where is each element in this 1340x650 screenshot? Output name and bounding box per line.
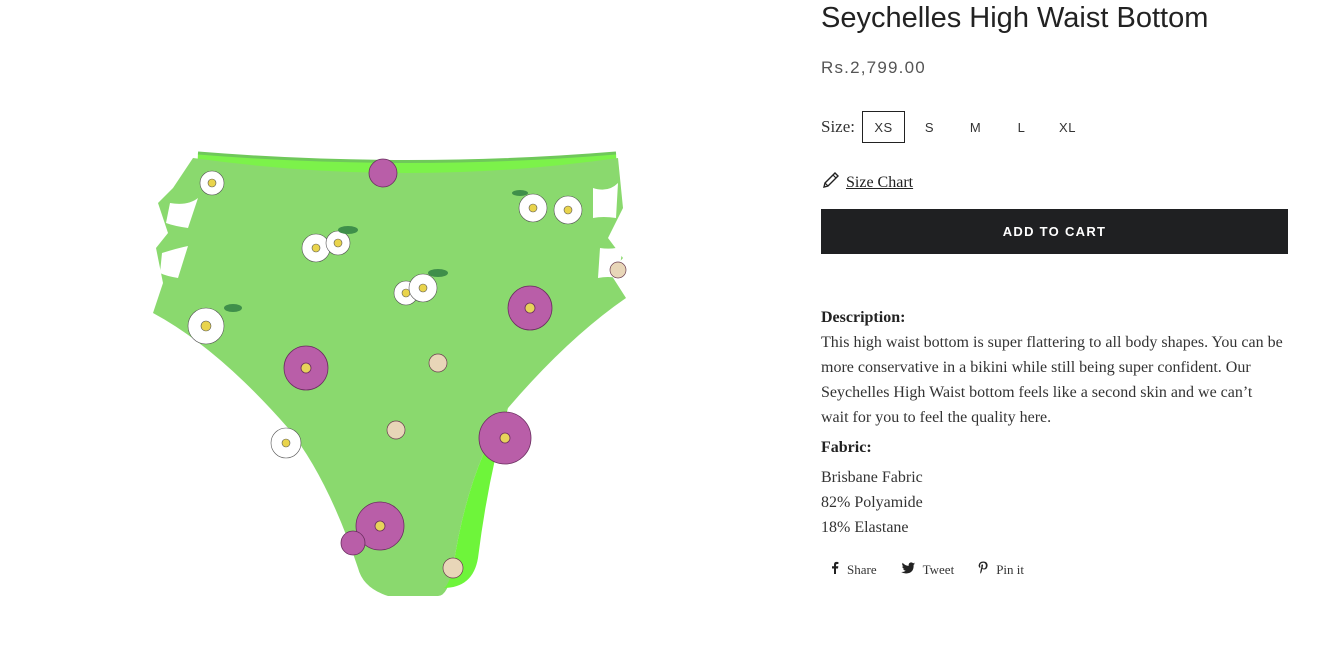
bikini-bottom-illustration bbox=[153, 151, 627, 596]
product-image[interactable] bbox=[148, 148, 668, 603]
size-chart-link[interactable]: Size Chart bbox=[821, 170, 913, 195]
social-share-bar: Share Tweet Pin it bbox=[831, 561, 1048, 578]
add-to-cart-button[interactable]: ADD TO CART bbox=[821, 209, 1288, 254]
share-twitter-button[interactable]: Tweet bbox=[900, 561, 955, 578]
ruler-pencil-icon bbox=[821, 170, 841, 195]
fabric-line: Brisbane Fabric bbox=[821, 469, 923, 486]
description-heading: Description: bbox=[821, 309, 906, 326]
fabric-heading: Fabric: bbox=[821, 439, 872, 456]
share-twitter-label: Tweet bbox=[922, 561, 955, 577]
size-chart-label: Size Chart bbox=[846, 173, 914, 191]
share-facebook-button[interactable]: Share bbox=[831, 561, 877, 578]
twitter-icon bbox=[900, 561, 923, 578]
product-price: Rs.2,799.00 bbox=[821, 58, 926, 77]
fabric-line: 82% Polyamide bbox=[821, 494, 923, 511]
facebook-icon bbox=[831, 561, 847, 578]
size-option-l[interactable]: L bbox=[1000, 111, 1043, 143]
size-option-m[interactable]: M bbox=[954, 111, 997, 143]
share-pinterest-label: Pin it bbox=[996, 561, 1025, 577]
size-selector: Size: XS S M L XL bbox=[821, 110, 1092, 144]
size-option-xs[interactable]: XS bbox=[862, 111, 905, 143]
share-pinterest-button[interactable]: Pin it bbox=[978, 561, 1024, 578]
share-facebook-label: Share bbox=[847, 561, 877, 577]
fabric-line: 18% Elastane bbox=[821, 519, 909, 536]
product-title: Seychelles High Waist Bottom bbox=[821, 2, 1209, 34]
size-option-xl[interactable]: XL bbox=[1046, 111, 1089, 143]
size-option-s[interactable]: S bbox=[908, 111, 951, 143]
size-label: Size: bbox=[821, 117, 855, 136]
description-text: This high waist bottom is super flatteri… bbox=[821, 334, 1283, 426]
pinterest-icon bbox=[978, 561, 996, 578]
product-description: Description: This high waist bottom is s… bbox=[821, 305, 1283, 540]
